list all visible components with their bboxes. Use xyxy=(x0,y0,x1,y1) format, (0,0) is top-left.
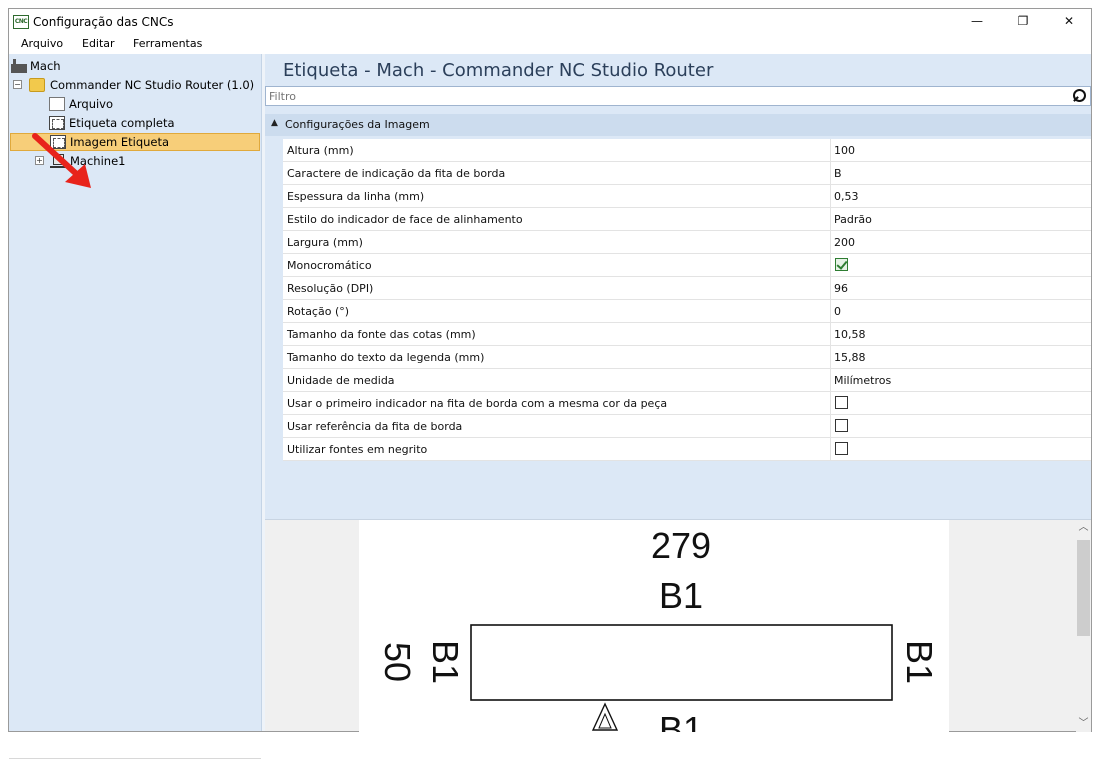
folder-icon xyxy=(29,78,45,92)
property-row[interactable]: Caractere de indicação da fita de borda … xyxy=(283,162,1091,185)
part-outline xyxy=(470,624,893,701)
label-preview: ..... 279 B1 50 B1 B1 B1 ︿ ﹀ xyxy=(265,518,1091,732)
edge-left-label: B1 xyxy=(425,640,466,684)
property-value[interactable]: 10,58 xyxy=(834,328,866,341)
property-name: Espessura da linha (mm) xyxy=(287,190,425,203)
property-row[interactable]: Estilo do indicador de face de alinhamen… xyxy=(283,208,1091,231)
property-name: Unidade de medida xyxy=(287,374,395,387)
property-name: Tamanho do texto da legenda (mm) xyxy=(287,351,485,364)
property-name: Utilizar fontes em negrito xyxy=(287,443,428,456)
group-header-image-settings[interactable]: ▲ Configurações da Imagem xyxy=(265,114,1091,136)
minimize-button[interactable]: — xyxy=(954,9,1000,35)
property-row[interactable]: Espessura da linha (mm) 0,53 xyxy=(283,185,1091,208)
property-name: Resolução (DPI) xyxy=(287,282,374,295)
scroll-up-icon[interactable]: ︿ xyxy=(1076,520,1091,536)
property-row[interactable]: Usar o primeiro indicador na fita de bor… xyxy=(283,392,1091,415)
config-tree: Mach − Commander NC Studio Router (1.0) … xyxy=(9,54,262,759)
dimension-left: 50 xyxy=(377,642,418,682)
menu-ferramentas[interactable]: Ferramentas xyxy=(133,37,202,50)
tree-item-label: Commander NC Studio Router (1.0) xyxy=(50,78,255,92)
property-value[interactable]: 0 xyxy=(834,305,841,318)
property-name: Altura (mm) xyxy=(287,144,354,157)
tree-item-label: Mach xyxy=(30,59,61,73)
property-row[interactable]: Altura (mm) 100 xyxy=(283,139,1091,162)
bold-fonts-checkbox[interactable] xyxy=(835,442,848,455)
property-row[interactable]: Utilizar fontes em negrito xyxy=(283,438,1091,461)
cnc-app-icon: CNC xyxy=(13,15,29,29)
property-value[interactable]: 15,88 xyxy=(834,351,866,364)
property-value[interactable]: Milímetros xyxy=(834,374,891,387)
tree-item-label: Etiqueta completa xyxy=(69,116,175,130)
preview-vertical-scrollbar[interactable]: ︿ ﹀ xyxy=(1076,520,1091,732)
property-name: Usar o primeiro indicador na fita de bor… xyxy=(287,397,668,410)
restore-button[interactable]: ❐ xyxy=(1000,9,1046,35)
scroll-down-icon[interactable]: ﹀ xyxy=(1076,716,1091,732)
menu-editar[interactable]: Editar xyxy=(82,37,115,50)
alignment-face-icon xyxy=(591,702,619,731)
property-name: Caractere de indicação da fita de borda xyxy=(287,167,506,180)
property-row[interactable]: Usar referência da fita de borda xyxy=(283,415,1091,438)
property-name: Largura (mm) xyxy=(287,236,363,249)
property-row[interactable]: Tamanho do texto da legenda (mm) 15,88 xyxy=(283,346,1091,369)
config-window: CNC Configuração das CNCs — ❐ ✕ Arquivo … xyxy=(8,8,1092,759)
property-name: Usar referência da fita de borda xyxy=(287,420,463,433)
search-icon[interactable] xyxy=(1072,89,1086,104)
tree-item-label: Arquivo xyxy=(69,97,114,111)
group-label: Configurações da Imagem xyxy=(285,118,430,131)
property-value[interactable]: B xyxy=(834,167,842,180)
property-row[interactable]: Tamanho da fonte das cotas (mm) 10,58 xyxy=(283,323,1091,346)
property-value[interactable]: 96 xyxy=(834,282,848,295)
scrollbar-thumb[interactable] xyxy=(1077,540,1090,636)
property-row[interactable]: Resolução (DPI) 96 xyxy=(283,277,1091,300)
alignment-face-inner-icon xyxy=(598,712,612,729)
property-value[interactable]: Padrão xyxy=(834,213,872,226)
monocromatico-checkbox[interactable] xyxy=(835,258,848,271)
property-value[interactable]: 100 xyxy=(834,144,855,157)
property-row[interactable]: Unidade de medida Milímetros xyxy=(283,369,1091,392)
menu-arquivo[interactable]: Arquivo xyxy=(21,37,63,50)
property-panel: Etiqueta - Mach - Commander NC Studio Ro… xyxy=(265,54,1091,519)
property-value[interactable]: 200 xyxy=(834,236,855,249)
edge-bottom-label: B1 xyxy=(659,709,703,732)
label-preview-canvas: 279 B1 50 B1 B1 B1 xyxy=(359,520,949,732)
window-title: Configuração das CNCs xyxy=(33,15,174,29)
filter-box[interactable] xyxy=(265,86,1091,106)
property-name: Rotação (°) xyxy=(287,305,350,318)
property-value[interactable]: 0,53 xyxy=(834,190,859,203)
title-bar: CNC Configuração das CNCs — ❐ ✕ xyxy=(9,9,1091,35)
property-name: Monocromático xyxy=(287,259,372,272)
same-color-indicator-checkbox[interactable] xyxy=(835,396,848,409)
property-row[interactable]: Largura (mm) 200 xyxy=(283,231,1091,254)
label-icon xyxy=(49,116,65,130)
collapse-group-icon[interactable]: ▲ xyxy=(271,118,278,128)
edge-top-label: B1 xyxy=(659,575,703,616)
page-title: Etiqueta - Mach - Commander NC Studio Ro… xyxy=(283,60,714,81)
annotation-arrow-icon xyxy=(32,133,91,188)
menu-bar: Arquivo Editar Ferramentas xyxy=(9,35,1091,54)
close-button[interactable]: ✕ xyxy=(1046,9,1092,35)
factory-icon xyxy=(11,59,27,73)
property-name: Tamanho da fonte das cotas (mm) xyxy=(287,328,476,341)
edge-reference-checkbox[interactable] xyxy=(835,419,848,432)
document-icon xyxy=(49,97,65,111)
property-name: Estilo do indicador de face de alinhamen… xyxy=(287,213,523,226)
property-grid: Altura (mm) 100 Caractere de indicação d… xyxy=(283,139,1091,461)
label-drawing: 279 B1 50 B1 B1 B1 xyxy=(377,525,940,732)
property-row[interactable]: Rotação (°) 0 xyxy=(283,300,1091,323)
edge-right-label: B1 xyxy=(899,640,940,684)
dimension-top: 279 xyxy=(651,525,711,566)
tree-item-router[interactable]: − Commander NC Studio Router (1.0) xyxy=(13,76,255,94)
collapse-icon[interactable]: − xyxy=(13,80,22,89)
property-row[interactable]: Monocromático xyxy=(283,254,1091,277)
filter-input[interactable] xyxy=(269,88,1059,104)
